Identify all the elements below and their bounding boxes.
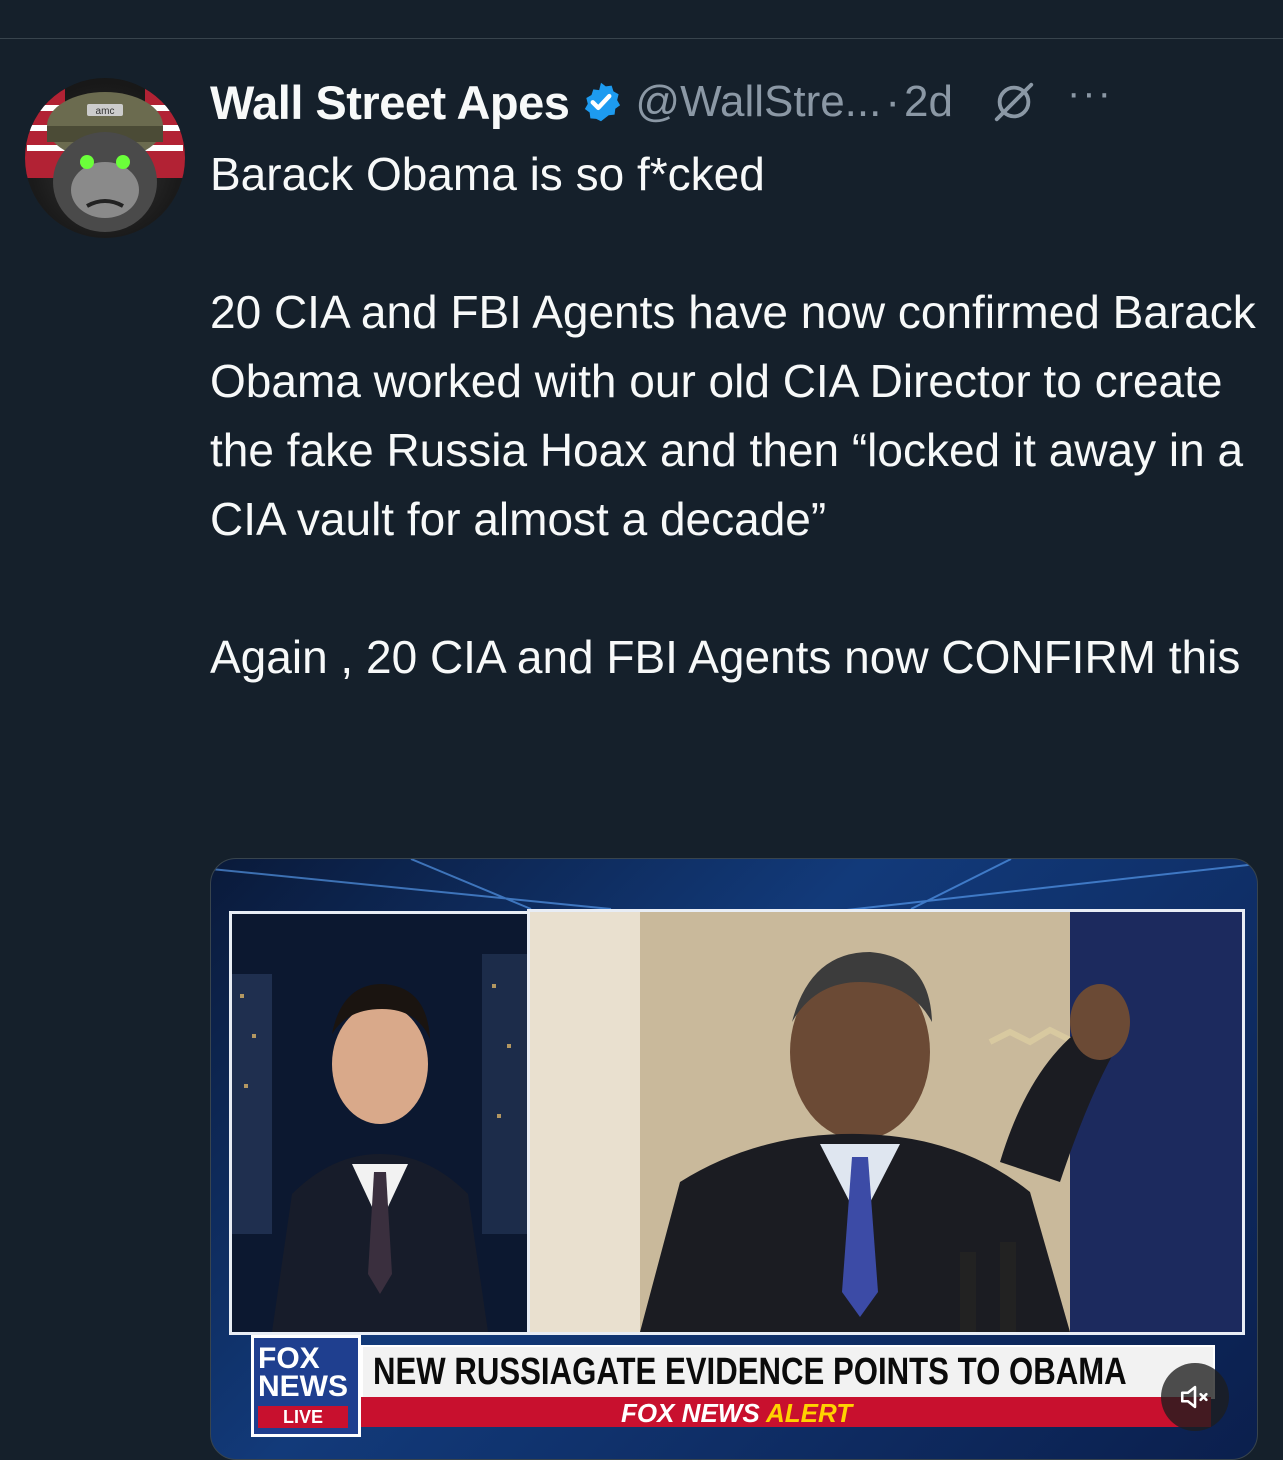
fox-news-live-logo: FOX NEWS LIVE xyxy=(251,1335,361,1437)
obama-video-panel xyxy=(527,909,1245,1335)
top-divider xyxy=(0,38,1283,39)
anchor-image xyxy=(232,914,528,1332)
anchor-video-panel xyxy=(229,911,531,1335)
logo-news-text: NEWS xyxy=(258,1370,348,1403)
alert-prefix: FOX NEWS xyxy=(621,1398,760,1428)
handle[interactable]: @WallStre... xyxy=(635,77,881,127)
tweet-text: Barack Obama is so f*cked 20 CIA and FBI… xyxy=(210,148,1256,683)
mute-icon xyxy=(1180,1385,1208,1409)
fox-news-lower-third: FOX NEWS LIVE NEW RUSSIAGATE EVIDENCE PO… xyxy=(251,1335,1215,1437)
alert-text: FOX NEWS ALERT xyxy=(621,1398,852,1429)
logo-live-text: LIVE xyxy=(258,1406,348,1428)
headline-bar: NEW RUSSIAGATE EVIDENCE POINTS TO OBAMA xyxy=(361,1345,1215,1399)
timestamp[interactable]: 2d xyxy=(904,77,953,127)
headline-text: NEW RUSSIAGATE EVIDENCE POINTS TO OBAMA xyxy=(373,1351,1127,1393)
video-player[interactable]: FOX NEWS LIVE NEW RUSSIAGATE EVIDENCE PO… xyxy=(210,858,1258,1460)
separator-dot: · xyxy=(885,77,901,126)
mute-button[interactable] xyxy=(1161,1363,1229,1431)
obama-image xyxy=(530,912,1242,1332)
tweet-header: Wall Street Apes @WallStre... · 2d ··· xyxy=(210,72,1270,132)
display-name[interactable]: Wall Street Apes xyxy=(210,75,570,130)
avatar[interactable]: amc xyxy=(25,78,185,238)
alert-word: ALERT xyxy=(765,1398,853,1428)
grok-icon[interactable] xyxy=(991,79,1037,125)
alert-bar: FOX NEWS ALERT xyxy=(361,1397,1211,1429)
avatar-gorilla-image: amc xyxy=(25,86,185,232)
verified-badge-icon xyxy=(585,82,621,122)
more-icon[interactable]: ··· xyxy=(1067,73,1113,113)
avatar-badge-text: amc xyxy=(96,106,115,117)
